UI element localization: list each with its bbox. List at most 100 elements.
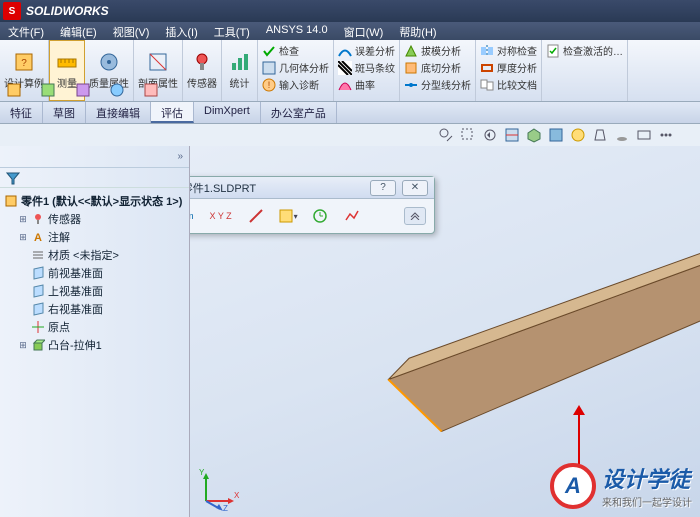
more-views-icon[interactable] bbox=[658, 127, 674, 143]
menu-window[interactable]: 窗口(W) bbox=[336, 22, 392, 40]
tree-extrude1[interactable]: ⊞凸台-拉伸1 bbox=[16, 336, 187, 354]
scene-icon[interactable] bbox=[570, 127, 586, 143]
zoom-fit-icon[interactable] bbox=[438, 127, 454, 143]
measure-dialog-title: 测量 - 零件1.SLDPRT bbox=[190, 180, 256, 196]
expand-icon[interactable]: ⊞ bbox=[18, 232, 28, 243]
material-node-icon bbox=[31, 248, 45, 262]
svg-text:A: A bbox=[34, 232, 42, 244]
ribbon-symmetry[interactable]: 对称检查 bbox=[480, 43, 537, 58]
menu-help[interactable]: 帮助(H) bbox=[391, 22, 444, 40]
ribbon-import-diag[interactable]: !输入诊断 bbox=[262, 77, 329, 92]
zoom-prev-icon[interactable] bbox=[482, 127, 498, 143]
check-icon bbox=[262, 44, 276, 58]
watermark: A 设计学徒 来和我们一起学设计 bbox=[550, 462, 692, 509]
study-icon: ? bbox=[13, 51, 35, 73]
expand-icon[interactable]: ⊞ bbox=[18, 340, 28, 351]
ribbon-analysis-group5: 检查激活的… bbox=[542, 40, 628, 101]
ribbon-geom-analysis[interactable]: 几何体分析 bbox=[262, 60, 329, 75]
sidebar-filter bbox=[0, 168, 189, 188]
tree-root[interactable]: 零件1 (默认<<默认>显示状态 1>) bbox=[2, 192, 187, 210]
measure-dialog-header[interactable]: 测量 - 零件1.SLDPRT ? ✕ bbox=[190, 177, 434, 199]
ribbon-sensor[interactable]: 传感器 bbox=[183, 40, 222, 101]
measure-units-tool[interactable]: in mm bbox=[190, 205, 197, 227]
tree-material[interactable]: 材质 <未指定> bbox=[16, 246, 187, 264]
compare-icon bbox=[480, 78, 494, 92]
tree-annotations[interactable]: ⊞A注解 bbox=[16, 228, 187, 246]
workspace: » 零件1 (默认<<默认>显示状态 1>) ⊞传感器 ⊞A注解 材质 <未指定… bbox=[0, 146, 700, 517]
tab-office[interactable]: 办公室产品 bbox=[261, 102, 337, 123]
measure-p2p-tool[interactable] bbox=[245, 205, 267, 227]
mass-icon bbox=[98, 51, 120, 73]
input-icon: ! bbox=[262, 78, 276, 92]
tree-front-plane[interactable]: 前视基准面 bbox=[16, 264, 187, 282]
draft-icon bbox=[404, 44, 418, 58]
menu-tools[interactable]: 工具(T) bbox=[206, 22, 258, 40]
dev-icon bbox=[338, 44, 352, 58]
ribbon-compare[interactable]: 比较文档 bbox=[480, 77, 537, 92]
svg-text:Z: Z bbox=[223, 504, 228, 511]
app-brand: SOLIDWORKS bbox=[26, 4, 109, 18]
measure-sensor-tool[interactable] bbox=[341, 205, 363, 227]
ribbon-check-active[interactable]: 检查激活的… bbox=[546, 43, 623, 58]
svg-text:Y: Y bbox=[199, 468, 205, 477]
ribbon-deviation[interactable]: 误差分析 bbox=[338, 43, 395, 58]
annot-node-icon: A bbox=[31, 230, 45, 244]
part-icon bbox=[4, 194, 18, 208]
titlebar: S SOLIDWORKS bbox=[0, 0, 700, 22]
extrude-node-icon bbox=[31, 338, 45, 352]
ribbon-check[interactable]: 检查 bbox=[262, 43, 329, 58]
feature-tabs: 特征 草图 直接编辑 评估 DimXpert 办公室产品 bbox=[0, 102, 700, 124]
tab-dimxpert[interactable]: DimXpert bbox=[194, 102, 261, 123]
part-icon bbox=[404, 78, 418, 92]
menu-edit[interactable]: 编辑(E) bbox=[52, 22, 105, 40]
measure-proj-tool[interactable]: ▾ bbox=[277, 205, 299, 227]
graphics-viewport[interactable]: 测量 - 零件1.SLDPRT ? ✕ ▾ in mm X Y Z ▾ bbox=[190, 146, 700, 517]
model-solid[interactable] bbox=[366, 199, 700, 473]
tree-top-plane[interactable]: 上视基准面 bbox=[16, 282, 187, 300]
ribbon-check-group: 检查 几何体分析 !输入诊断 bbox=[258, 40, 334, 101]
menubar: 文件(F) 编辑(E) 视图(V) 插入(I) 工具(T) ANSYS 14.0… bbox=[0, 22, 700, 40]
dialog-help-button[interactable]: ? bbox=[370, 180, 396, 196]
origin-node-icon bbox=[31, 320, 45, 334]
checkdoc-icon bbox=[546, 44, 560, 58]
plane-node-icon bbox=[31, 284, 45, 298]
ribbon-curvature[interactable]: 曲率 bbox=[338, 77, 395, 92]
feature-tree[interactable]: 零件1 (默认<<默认>显示状态 1>) ⊞传感器 ⊞A注解 材质 <未指定> … bbox=[0, 188, 189, 517]
view-orient-icon[interactable] bbox=[526, 127, 542, 143]
ribbon-zebra[interactable]: 斑马条纹 bbox=[338, 60, 395, 75]
zoom-area-icon[interactable] bbox=[460, 127, 476, 143]
ribbon-parting[interactable]: 分型线分析 bbox=[404, 77, 471, 92]
plane-node-icon bbox=[31, 266, 45, 280]
display-style-icon[interactable] bbox=[548, 127, 564, 143]
filter-icon[interactable] bbox=[6, 171, 20, 185]
curv-icon bbox=[338, 78, 352, 92]
svg-text:X: X bbox=[234, 491, 240, 500]
measure-xyz-tool[interactable]: X Y Z bbox=[207, 205, 235, 227]
perspective-icon[interactable] bbox=[592, 127, 608, 143]
menu-file[interactable]: 文件(F) bbox=[0, 22, 52, 40]
measure-history-tool[interactable] bbox=[309, 205, 331, 227]
dialog-close-button[interactable]: ✕ bbox=[402, 180, 428, 196]
view-triad[interactable]: Y X Z bbox=[196, 465, 242, 511]
menu-ansys[interactable]: ANSYS 14.0 bbox=[258, 22, 336, 40]
sidebar-tabs: » bbox=[0, 146, 189, 168]
menu-insert[interactable]: 插入(I) bbox=[157, 22, 205, 40]
ribbon-thickness[interactable]: 厚度分析 bbox=[480, 60, 537, 75]
ribbon-draft[interactable]: 拔模分析 bbox=[404, 43, 471, 58]
watermark-text: 设计学徒 bbox=[602, 467, 690, 492]
expand-icon[interactable]: ⊞ bbox=[18, 214, 28, 225]
tree-right-plane[interactable]: 右视基准面 bbox=[16, 300, 187, 318]
shadow-icon[interactable] bbox=[614, 127, 630, 143]
sidebar-chevron-icon[interactable]: » bbox=[177, 151, 183, 162]
ribbon-undercut[interactable]: 底切分析 bbox=[404, 60, 471, 75]
ribbon-statistics[interactable]: 统计 bbox=[222, 40, 258, 101]
feature-manager-panel: » 零件1 (默认<<默认>显示状态 1>) ⊞传感器 ⊞A注解 材质 <未指定… bbox=[0, 146, 190, 517]
menu-view[interactable]: 视图(V) bbox=[105, 22, 158, 40]
tree-sensors[interactable]: ⊞传感器 bbox=[16, 210, 187, 228]
section-view-icon[interactable] bbox=[504, 127, 520, 143]
hide-show-icon[interactable] bbox=[636, 127, 652, 143]
tree-origin[interactable]: 原点 bbox=[16, 318, 187, 336]
svg-text:!: ! bbox=[268, 80, 271, 90]
svg-text:?: ? bbox=[21, 58, 27, 69]
under-icon bbox=[404, 61, 418, 75]
